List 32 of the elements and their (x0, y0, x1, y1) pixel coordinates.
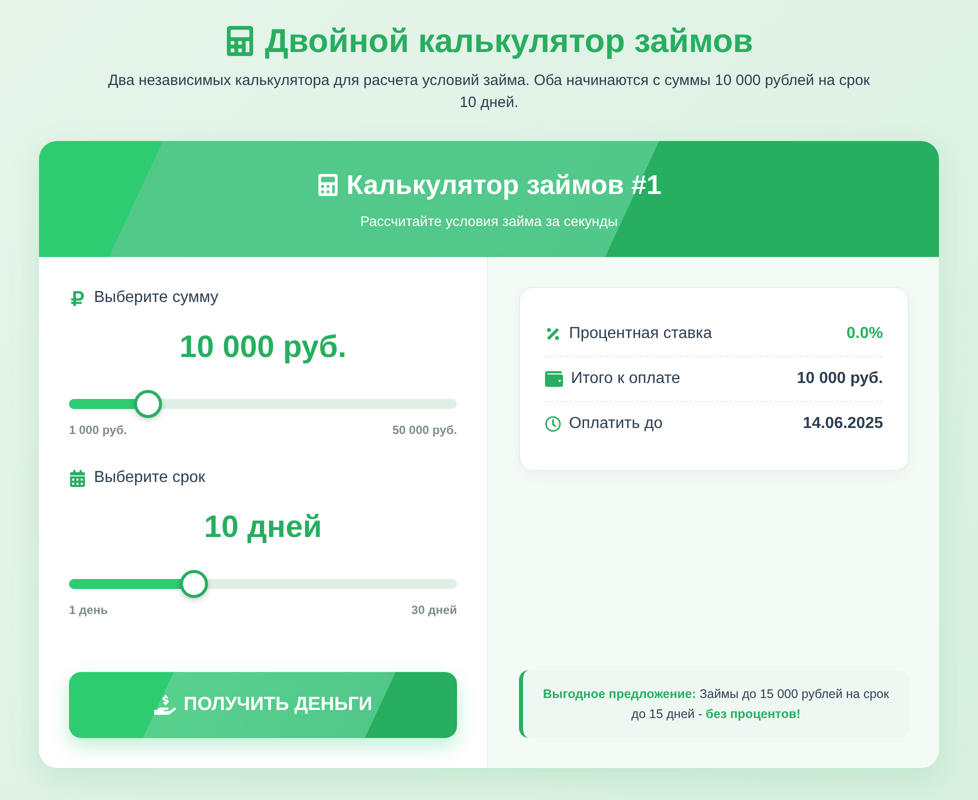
slider-label: Выберите сумму (94, 289, 218, 307)
summary-value: 10 000 руб. (796, 370, 883, 388)
percent-icon (545, 326, 561, 342)
money-hand-icon (154, 694, 176, 716)
summary-label: Оплатить до (569, 415, 663, 433)
summary-value: 14.06.2025 (802, 415, 883, 433)
range-min: 1 000 руб. (69, 423, 127, 437)
page-subtitle: Два независимых калькулятора для расчета условий займа. Оба начинаются с суммы 10 000 рублей на срок 10 дней. (107, 71, 871, 113)
range-max: 30 дней (411, 603, 457, 617)
calculator-icon (316, 174, 339, 196)
summary-label: Процентная ставка (569, 325, 712, 343)
slider-track[interactable] (69, 399, 457, 409)
calculator-icon (224, 26, 255, 56)
get-money-button[interactable]: ПОЛУЧИТЬ ДЕНЬГИ (69, 672, 457, 738)
slider-thumb[interactable] (180, 570, 208, 598)
card-subtitle: Рассчитайте условия займа за секунды (360, 212, 618, 228)
slider-value: 10 000 руб. (178, 329, 348, 365)
calendar-icon (69, 470, 86, 486)
ruble-icon (69, 290, 86, 306)
wallet-icon (545, 370, 563, 388)
summary-value: 0.0% (846, 325, 883, 343)
card-title: Калькулятор займов #1 (346, 170, 662, 200)
slider-track[interactable] (69, 579, 457, 589)
range-max: 50 000 руб. (392, 423, 457, 437)
clock-icon (545, 416, 561, 432)
offer-note: Выгодное предложение: Займы до 15 000 рублей на срок до 15 дней - без процентов! (519, 670, 909, 738)
slider-thumb[interactable] (134, 390, 162, 418)
summary-label: Итого к оплате (571, 370, 680, 388)
slider-label: Выберите срок (94, 469, 206, 487)
slider-value: 10 дней (203, 509, 323, 545)
range-min: 1 день (69, 603, 108, 617)
page-title-text: Двойной калькулятор займов (264, 22, 754, 60)
